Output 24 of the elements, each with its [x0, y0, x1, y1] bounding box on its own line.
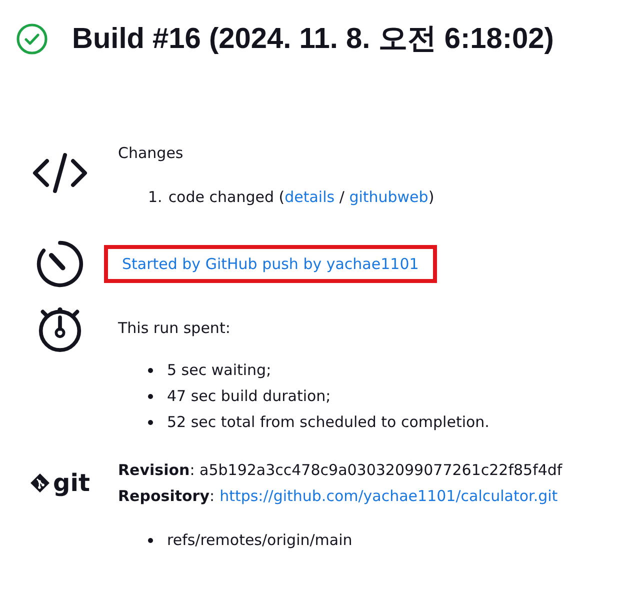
- githubweb-link[interactable]: githubweb: [349, 188, 428, 206]
- bullet-icon: [148, 420, 153, 424]
- bullet-icon: [148, 368, 153, 372]
- timing-heading: This run spent:: [118, 318, 232, 339]
- bullet-icon: [148, 538, 153, 542]
- change-text: code changed (: [168, 188, 285, 206]
- timing-item: 47 sec build duration;: [167, 386, 331, 407]
- changes-heading: Changes: [118, 143, 184, 164]
- timing-item: 52 sec total from scheduled to completion.: [167, 412, 490, 433]
- bullet-icon: [148, 394, 153, 398]
- timer-icon: [35, 239, 85, 289]
- repository-label: Repository:: [118, 487, 215, 505]
- timing-item: 5 sec waiting;: [167, 360, 272, 381]
- revision-text: Revision: a5b192a3cc478c9a03032099077261c22f85f4df: [118, 460, 564, 481]
- list-number: 1.: [148, 187, 162, 208]
- git-logo: git: [30, 471, 90, 495]
- started-by-link[interactable]: Started by GitHub push by yachae1101: [104, 245, 437, 283]
- branch-ref: refs/remotes/origin/main: [167, 530, 352, 551]
- repository-link[interactable]: https://github.com/yachae1101/calculator.git: [220, 487, 558, 505]
- build-title: Build #16 (2024. 11. 8. 오전 6:18:02): [72, 22, 554, 57]
- code-icon: [31, 152, 89, 194]
- details-link[interactable]: details: [284, 188, 335, 206]
- closing-paren: ): [428, 188, 434, 206]
- separator-text: /: [338, 188, 346, 206]
